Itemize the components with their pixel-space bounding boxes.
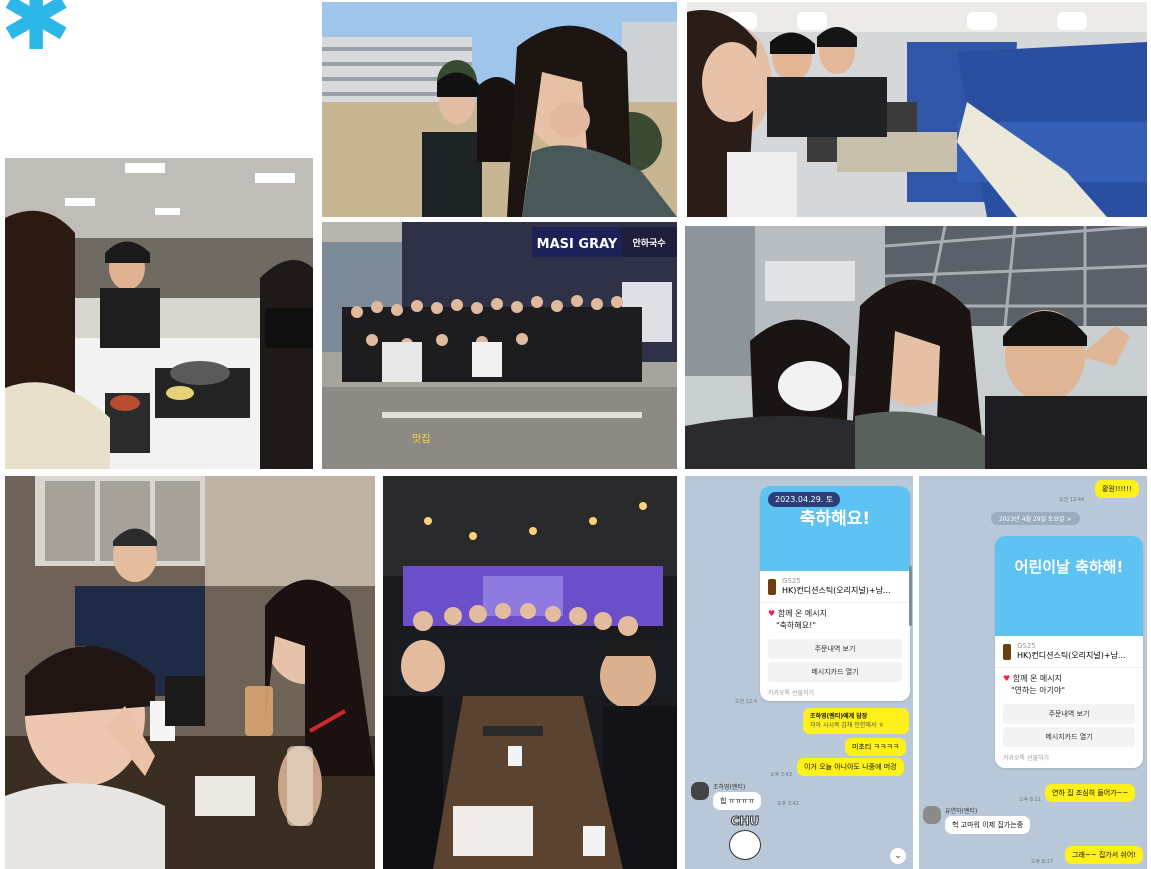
timestamp-b: 오후 3:43 (770, 772, 793, 778)
gift-footer: 카카오톡 선물하기 (768, 690, 815, 697)
gift-card[interactable]: 2023.04.29. 토 축하해요! GS25 HK)컨디션스틱(오리지널)+… (760, 486, 910, 701)
timestamp-c: 오후 8:17 (1031, 859, 1054, 865)
order-history-button[interactable]: 주문내역 보기 (1003, 704, 1135, 724)
sender-name: 조하영(멘티) (713, 784, 746, 791)
reply-bubble: 조하영(멘티)에게 답장 처아 시시복 감채 인한해서 ㅎ (803, 708, 909, 734)
sender-name: 유연하(멘티) (945, 808, 978, 815)
gift-product: HK)컨디션스틱(오리지널)+남... (1017, 651, 1126, 660)
order-history-button[interactable]: 주문내역 보기 (768, 639, 902, 659)
outgoing-bubble-2: 이거 오늘 아니아도 나중에 머겅 (797, 758, 904, 776)
heart-icon: ♥ (1003, 674, 1011, 683)
timestamp-b: 오후 8:11 (1019, 797, 1042, 803)
gift-footer: 카카오톡 선물하기 (1003, 755, 1050, 762)
product-icon (1003, 643, 1011, 660)
gift-title: 어린이날 축하해! (1014, 558, 1124, 576)
gift-product-row[interactable]: GS25 HK)컨디션스틱(오리지널)+남... (995, 636, 1143, 668)
gift-brand: GS25 (1017, 642, 1036, 650)
outgoing-bubble-1: 미초티 ㅋㅋㅋㅋ (845, 738, 907, 756)
photo-sticker-text: 맛집 (412, 433, 430, 445)
sender-avatar[interactable] (691, 782, 709, 800)
gift-title: 축하해요! (799, 509, 871, 529)
chat-scrollbar[interactable] (909, 566, 912, 626)
gift-card-banner: 2023.04.29. 토 축하해요! (760, 486, 910, 571)
chat-screenshot-2: 황원!!!!!! 오전 12:44 2023년 4월 29일 토요일 > 어린이… (919, 476, 1147, 869)
timestamp-a: 오전 12:4 (735, 699, 758, 705)
cafe-with-teacher-photo (5, 476, 375, 869)
gift-card-banner: 어린이날 축하해! (995, 536, 1143, 636)
outgoing-bubble-2: 그래~~ 집가서 쉬어! (1065, 846, 1144, 864)
reply-head: 조하영(멘티)에게 답장 (810, 713, 868, 720)
chu-sticker: CHU (715, 814, 775, 864)
gift-product: HK)컨디션스틱(오리지널)+남... (782, 586, 891, 595)
gift-card[interactable]: 어린이날 축하해! GS25 HK)컨디션스틱(오리지널)+남... ♥ 함께 … (995, 536, 1143, 768)
airplane-cabin-selfie-photo (687, 2, 1147, 217)
sticker-character-icon (729, 830, 761, 860)
gift-message-text: "연하는 아기야" (1011, 686, 1066, 695)
scroll-down-icon[interactable]: ⌄ (890, 848, 906, 864)
incoming-bubble: 힙 ㅠㅠㅠㅠ (713, 792, 762, 810)
sender-avatar[interactable] (923, 806, 941, 824)
incoming-bubble: 헉 고마워 이제 집가는중 (945, 816, 1031, 834)
product-icon (768, 578, 776, 595)
gift-message-label: ♥ 함께 온 메시지 (995, 668, 1143, 684)
store-sign-2-text: 안하국수 (632, 237, 665, 249)
gift-message-label-text: 함께 온 메시지 (1012, 674, 1062, 683)
message-card-button[interactable]: 메시지카드 열기 (768, 662, 902, 682)
station-selfie-photo (685, 226, 1147, 469)
restaurant-group-photo (383, 476, 677, 869)
sticker-text: CHU (730, 814, 760, 829)
chat-screenshot-1: 2023.04.29. 토 축하해요! GS25 HK)컨디션스틱(오리지널)+… (685, 476, 913, 869)
outgoing-top-bubble: 황원!!!!!! (1095, 480, 1139, 498)
outgoing-bubble-1: 연하 집 조심히 들어가~~ (1045, 784, 1136, 802)
page-title-fragment: ✱ (0, 0, 79, 70)
heart-icon: ♥ (768, 609, 776, 618)
gift-product-row[interactable]: GS25 HK)컨디션스틱(오리지널)+남... (760, 571, 910, 603)
message-card-button[interactable]: 메시지카드 열기 (1003, 727, 1135, 747)
reply-sub: 처아 시시복 감채 인한해서 ㅎ (810, 722, 884, 729)
gift-message-text: "축하해요!" (776, 621, 817, 630)
gift-brand: GS25 (782, 577, 801, 585)
campus-selfie-photo (322, 2, 677, 217)
gift-message-label-text: 함께 온 메시지 (777, 609, 827, 618)
timestamp-c: 오후 3:41 (777, 801, 800, 807)
cafeteria-selfie-photo (5, 158, 313, 469)
timestamp-a: 오전 12:44 (1059, 497, 1085, 503)
date-divider: 2023년 4월 29일 토요일 > (991, 512, 1080, 525)
store-sign-text: MASI GRAY (537, 237, 618, 252)
gift-message-label: ♥ 함께 온 메시지 (760, 603, 910, 619)
street-group-photo: MASI GRAY 안하국수 맛집 (322, 222, 677, 469)
